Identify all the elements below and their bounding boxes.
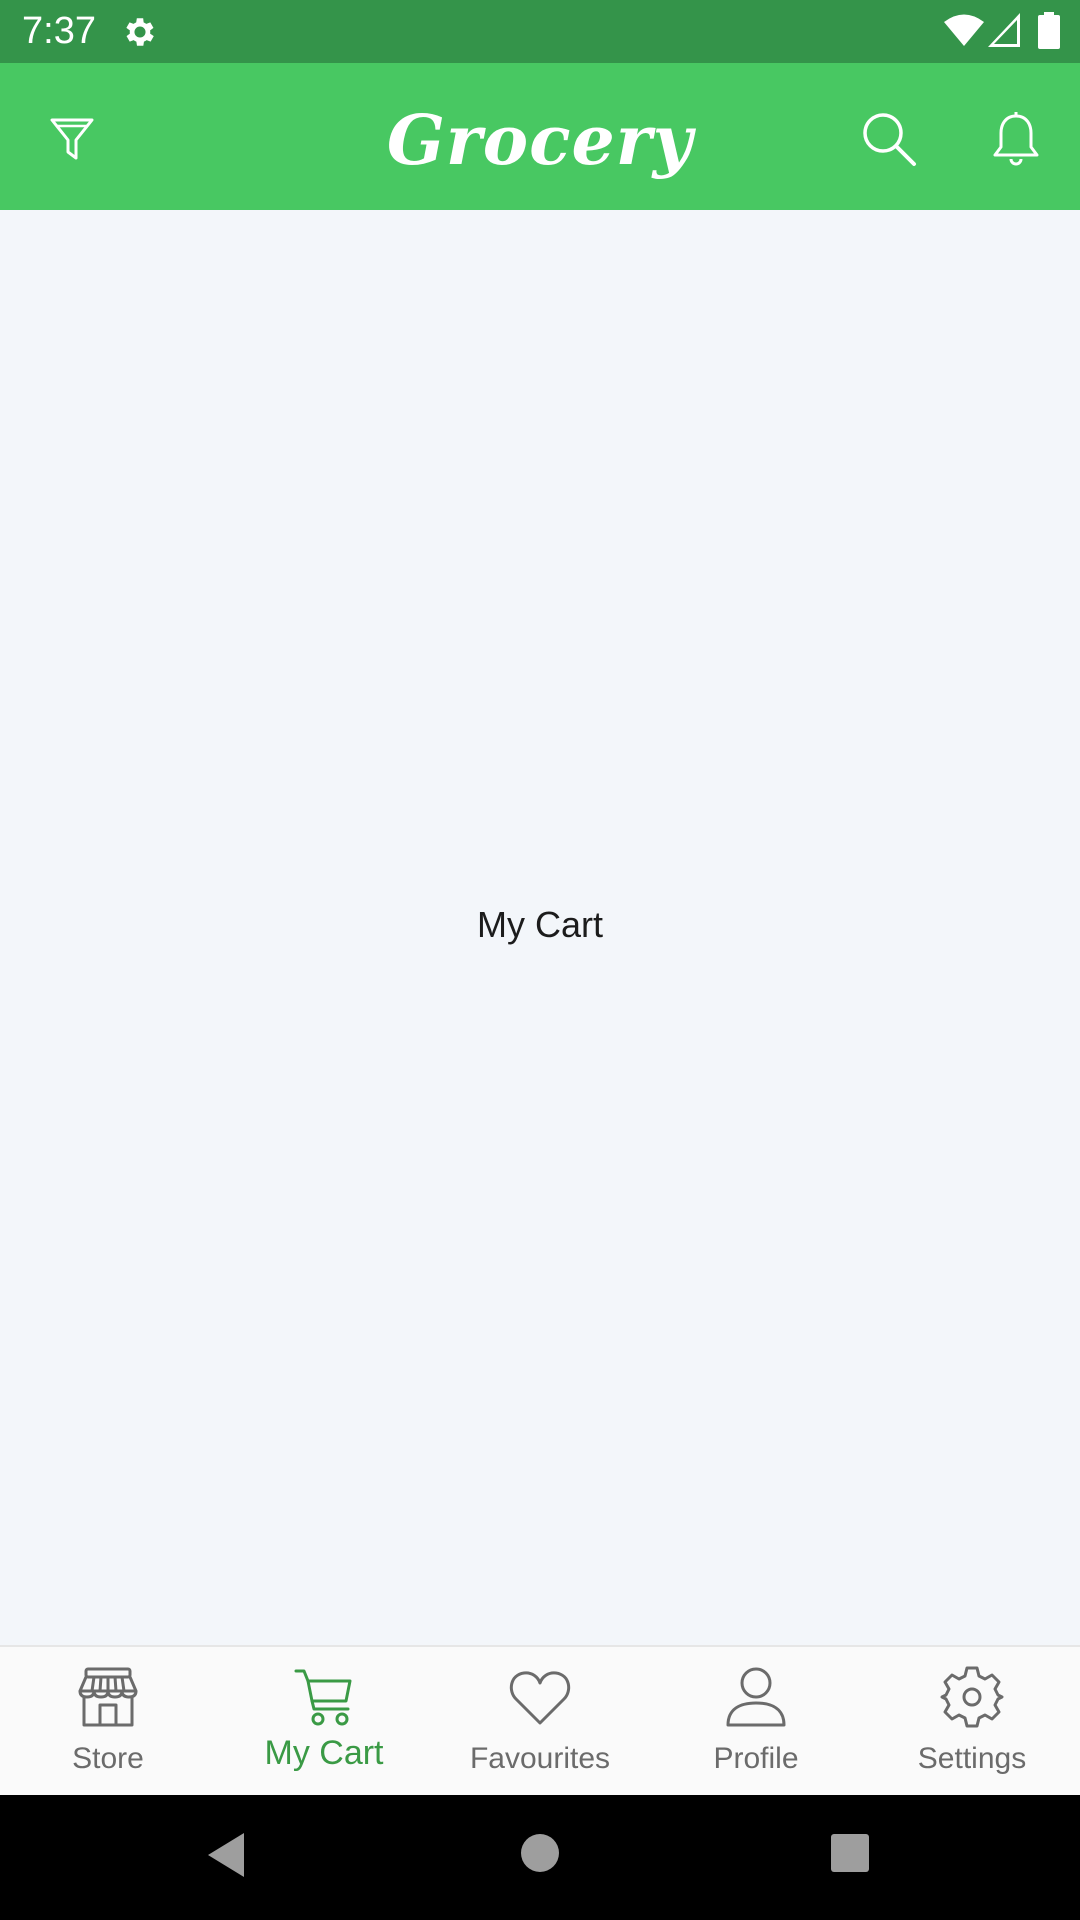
- nav-label-profile: Profile: [713, 1742, 799, 1775]
- settings-gear-icon: [940, 1666, 1004, 1728]
- search-button[interactable]: [849, 99, 929, 179]
- nav-label-store: Store: [72, 1742, 144, 1775]
- nav-label-settings: Settings: [917, 1742, 1027, 1775]
- bottom-navigation: Store My Cart Favourites Profile Setting…: [0, 1645, 1080, 1795]
- app-bar: Grocery: [0, 63, 1080, 210]
- nav-label-favourites: Favourites: [469, 1742, 611, 1775]
- home-icon[interactable]: [520, 1833, 560, 1873]
- nav-item-my-cart[interactable]: My Cart: [216, 1647, 432, 1797]
- status-time: 7:37: [22, 10, 96, 52]
- back-icon[interactable]: [204, 1831, 248, 1879]
- gear-icon: [126, 18, 154, 46]
- nav-item-favourites[interactable]: Favourites: [432, 1647, 648, 1797]
- main-content: My Cart: [0, 210, 1080, 1645]
- notification-button[interactable]: [976, 99, 1056, 179]
- nav-label-my-cart: My Cart: [264, 1734, 384, 1772]
- nav-item-store[interactable]: Store: [0, 1647, 216, 1797]
- profile-icon: [726, 1667, 786, 1727]
- cellular-signal-icon: [988, 13, 1020, 47]
- wifi-icon: [944, 14, 984, 46]
- status-bar: 7:37: [0, 0, 1080, 63]
- nav-item-settings[interactable]: Settings: [864, 1647, 1080, 1797]
- store-icon: [78, 1667, 138, 1727]
- battery-icon: [1038, 12, 1060, 49]
- notification-bell-icon: [993, 112, 1039, 166]
- cart-icon: [294, 1669, 352, 1726]
- nav-item-profile[interactable]: Profile: [648, 1647, 864, 1797]
- system-navigation-bar: [0, 1795, 1080, 1920]
- heart-icon: [509, 1671, 571, 1725]
- recents-icon[interactable]: [830, 1833, 870, 1873]
- search-icon: [863, 113, 916, 166]
- page-title: My Cart: [477, 904, 603, 945]
